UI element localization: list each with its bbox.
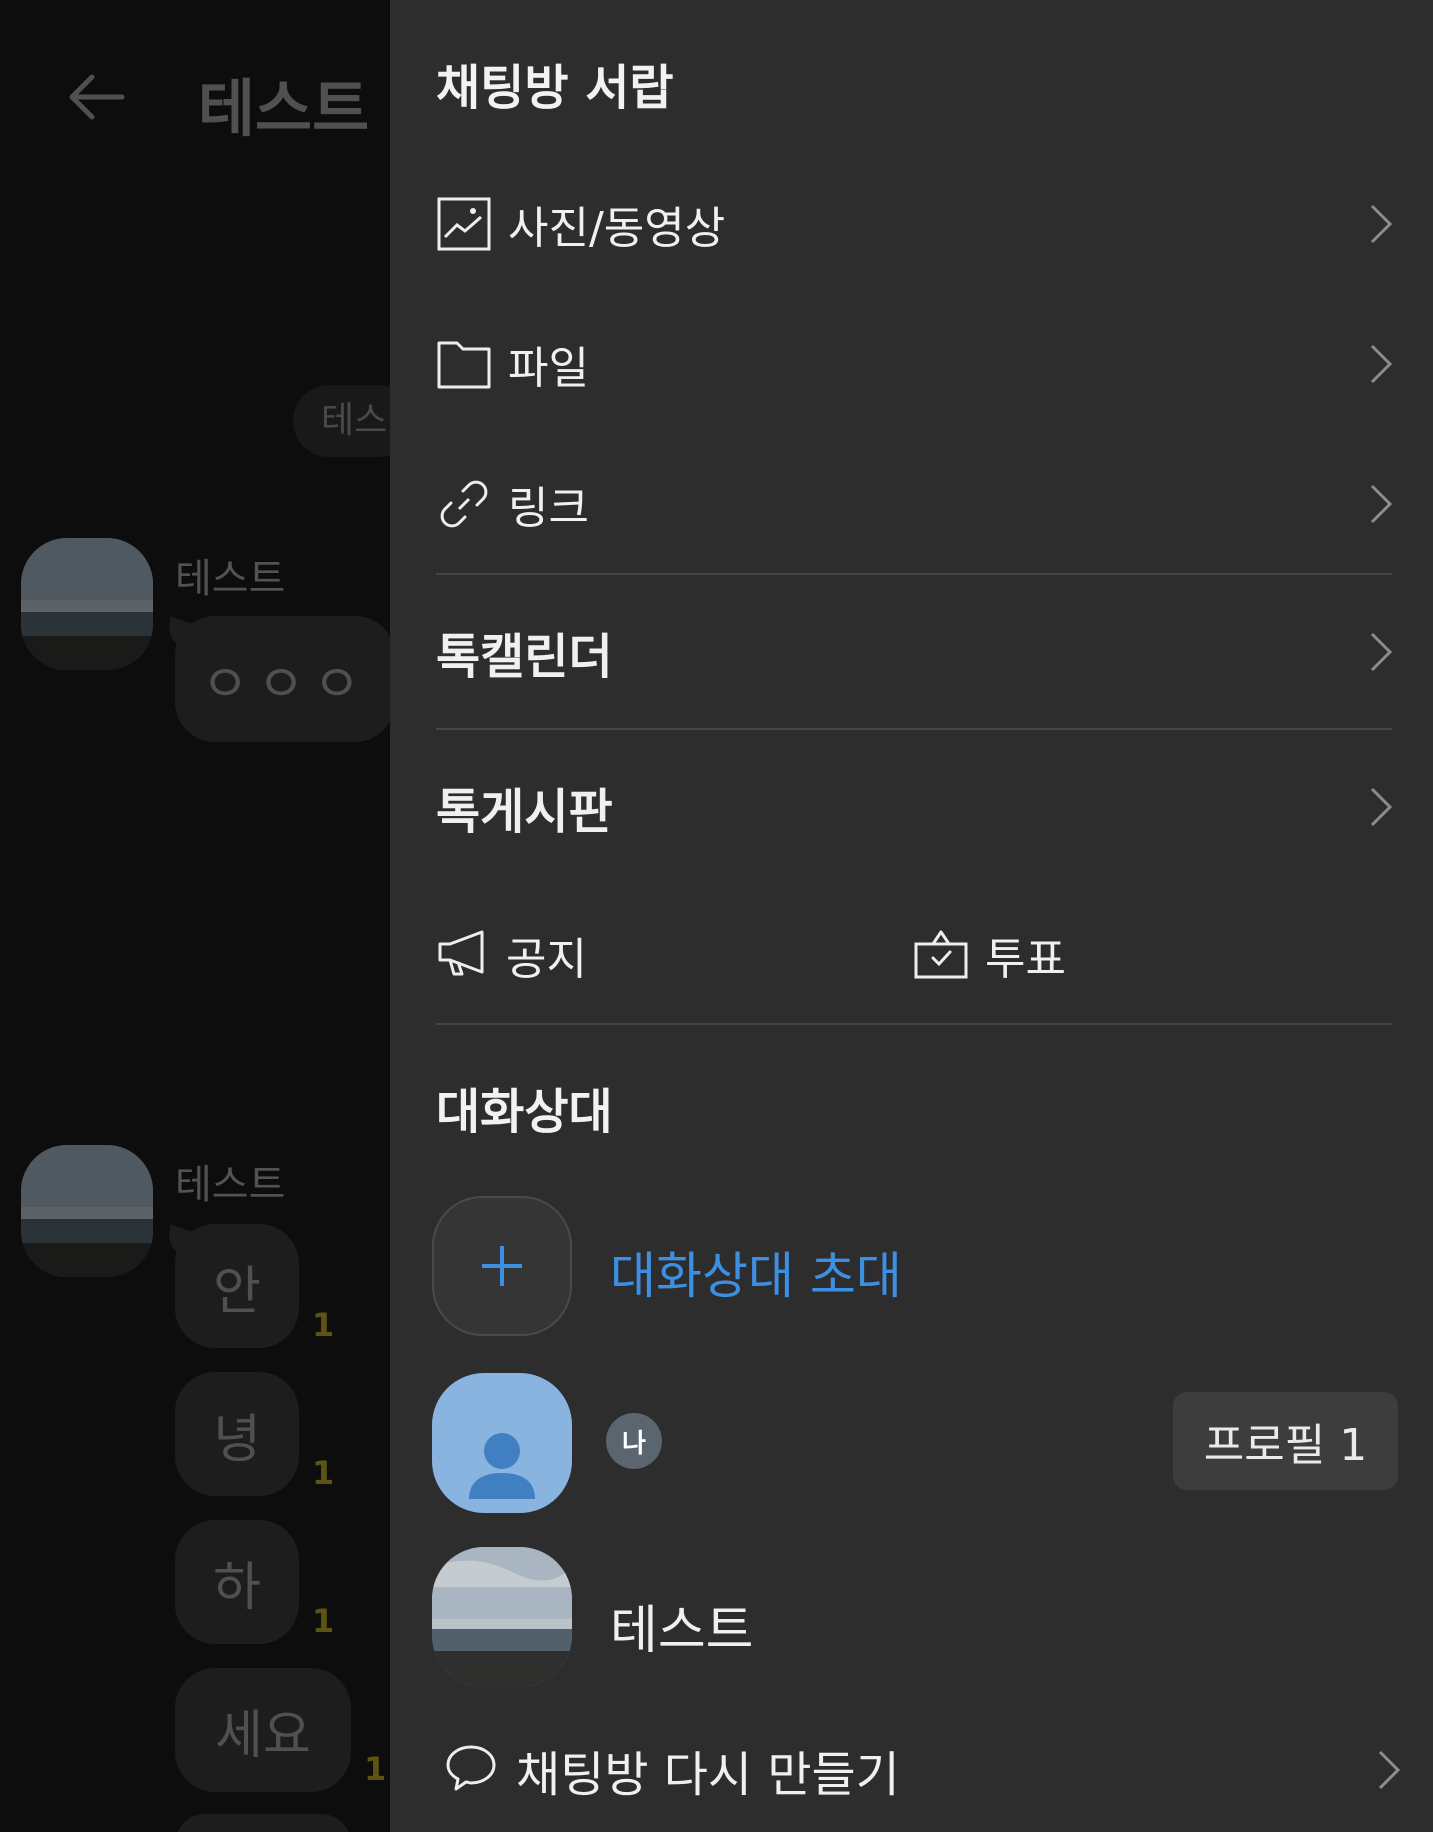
person-icon xyxy=(469,1433,535,1499)
folder-icon xyxy=(436,336,492,392)
chevron-right-icon xyxy=(1370,484,1393,524)
divider xyxy=(436,1023,1392,1025)
drawer-item-calendar[interactable]: 톡캘린더 xyxy=(436,622,1396,685)
me-badge: 나 xyxy=(606,1413,662,1469)
link-icon xyxy=(436,476,492,532)
speech-bubble-icon xyxy=(444,1743,498,1797)
profile-chip[interactable]: 프로필 1 xyxy=(1173,1392,1398,1490)
chevron-right-icon xyxy=(1370,632,1393,672)
drawer-item-files[interactable]: 파일 xyxy=(436,334,1396,394)
vote-box-icon xyxy=(913,926,969,984)
my-avatar[interactable] xyxy=(432,1373,572,1513)
chevron-right-icon xyxy=(1370,787,1393,827)
divider xyxy=(436,728,1392,730)
drawer-item-links[interactable]: 링크 xyxy=(436,474,1396,534)
invite-button[interactable] xyxy=(432,1196,572,1336)
invite-label[interactable]: 대화상대 초대 xyxy=(610,1236,902,1308)
member-name[interactable]: 테스트 xyxy=(610,1588,754,1663)
plus-icon xyxy=(482,1246,522,1286)
chevron-right-icon xyxy=(1370,204,1393,244)
drawer-item-label: 톡게시판 xyxy=(436,784,613,840)
drawer-item-label: 파일 xyxy=(508,343,589,394)
drawer-title: 채팅방 서랍 xyxy=(436,60,674,116)
vote-label: 투표 xyxy=(985,934,1066,985)
recreate-chatroom-button[interactable]: 채팅방 다시 만들기 xyxy=(444,1735,1404,1805)
drawer-item-label: 톡캘린더 xyxy=(436,629,613,685)
drawer-item-board[interactable]: 톡게시판 xyxy=(436,777,1396,840)
recreate-label: 채팅방 다시 만들기 xyxy=(516,1747,900,1803)
notice-label: 공지 xyxy=(506,934,587,985)
image-icon xyxy=(436,196,492,252)
vote-button[interactable]: 투표 xyxy=(913,925,1066,985)
notice-button[interactable]: 공지 xyxy=(436,925,587,985)
chevron-right-icon xyxy=(1378,1750,1401,1790)
drawer-item-media[interactable]: 사진/동영상 xyxy=(436,194,1396,254)
drawer-item-label: 사진/동영상 xyxy=(508,203,726,254)
drawer-item-label: 링크 xyxy=(508,483,589,534)
chat-drawer-panel: 채팅방 서랍 사진/동영상 파일 링크 톡캘린더 톡게시판 공지 투표 대화상대… xyxy=(390,0,1433,1832)
divider xyxy=(436,573,1392,575)
member-avatar[interactable] xyxy=(432,1547,572,1687)
megaphone-icon xyxy=(436,928,490,982)
chevron-right-icon xyxy=(1370,344,1393,384)
members-section-title: 대화상대 xyxy=(436,1084,613,1140)
beach-photo-avatar xyxy=(432,1547,572,1687)
